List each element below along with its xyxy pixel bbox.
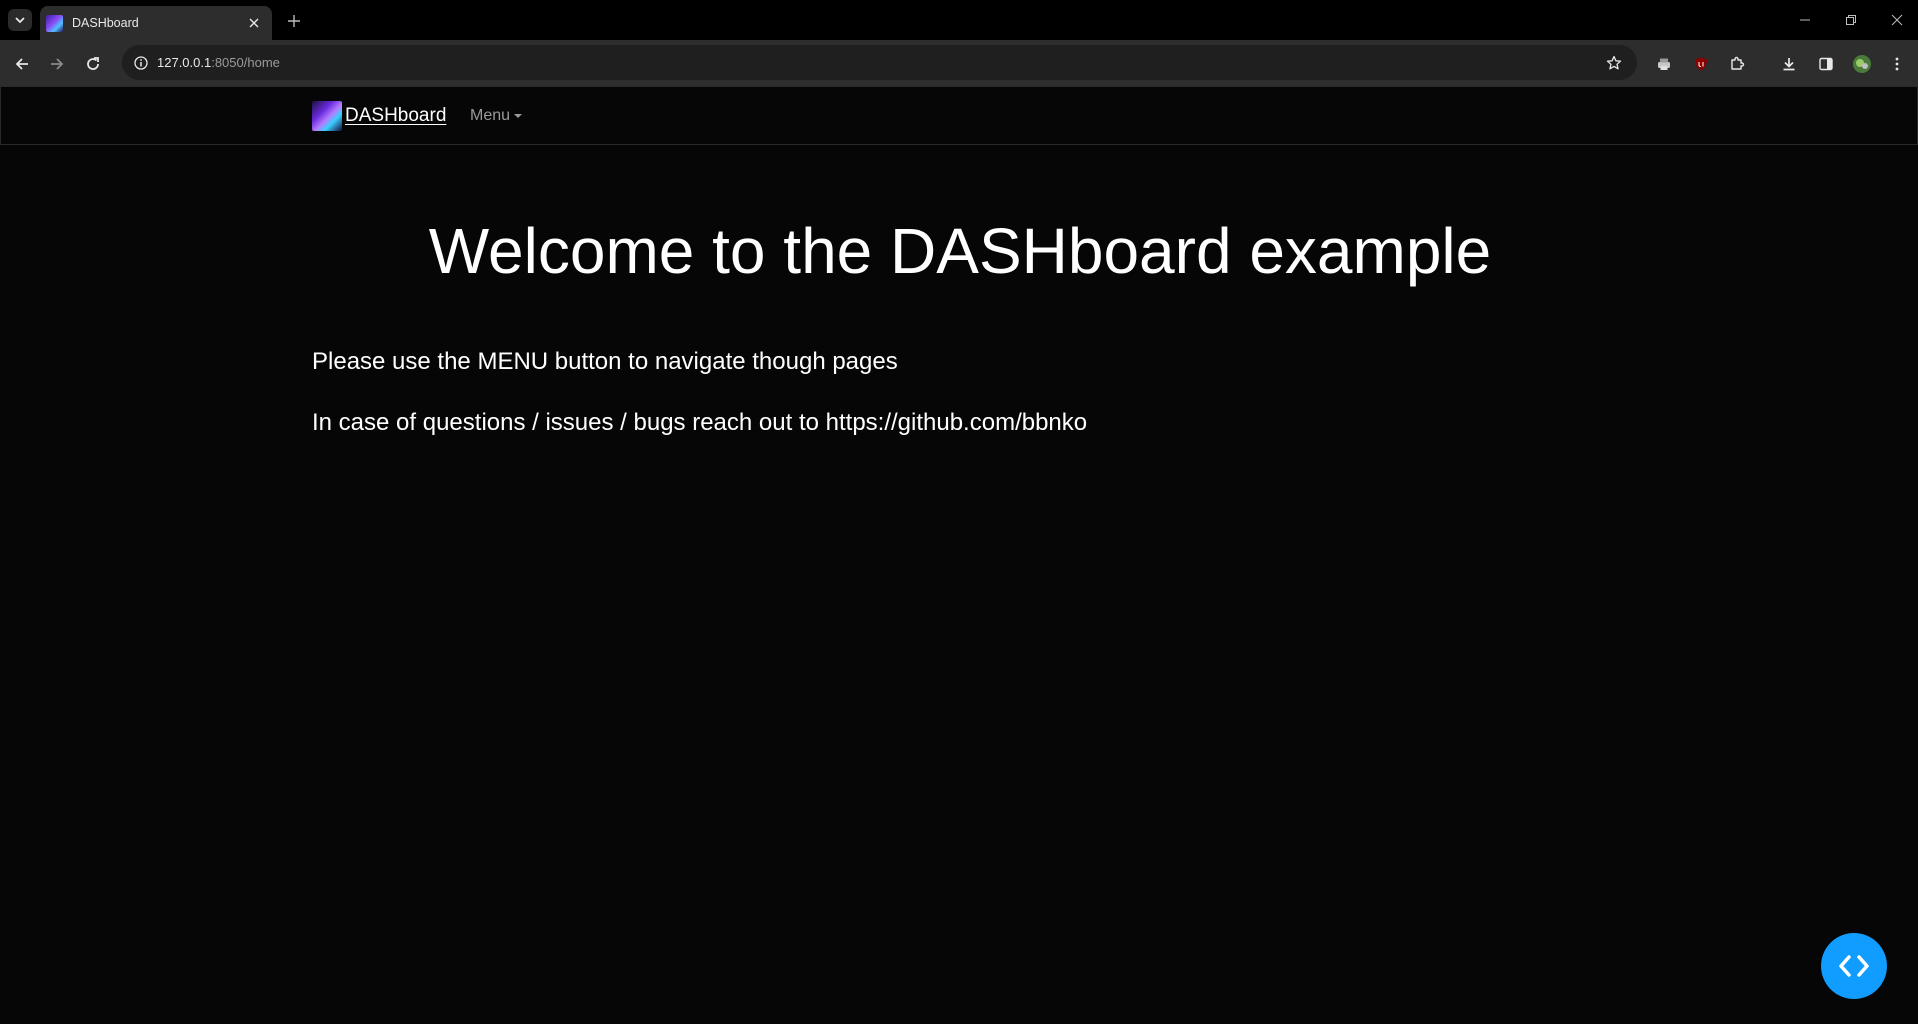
instructions-text: Please use the MENU button to navigate t… bbox=[312, 348, 898, 375]
back-button[interactable] bbox=[9, 51, 35, 77]
profile-button[interactable] bbox=[1849, 51, 1875, 77]
close-icon bbox=[249, 18, 259, 28]
chevron-down-icon bbox=[15, 17, 25, 24]
new-tab-button[interactable] bbox=[282, 9, 306, 33]
kebab-menu-icon bbox=[1895, 57, 1899, 71]
code-brackets-icon bbox=[1839, 955, 1869, 977]
star-icon bbox=[1606, 55, 1622, 70]
extension-printer-button[interactable] bbox=[1651, 51, 1677, 77]
close-window-button[interactable] bbox=[1885, 8, 1909, 32]
tab-title: DASHboard bbox=[72, 16, 139, 30]
extensions-button[interactable] bbox=[1724, 51, 1750, 77]
brand-text: DASHboard bbox=[345, 105, 447, 126]
dashboard-logo-icon bbox=[312, 101, 342, 131]
ublock-origin-button[interactable] bbox=[1688, 51, 1714, 77]
reload-button[interactable] bbox=[80, 51, 106, 77]
tab-favicon-icon bbox=[46, 14, 63, 32]
browser-tab-strip: DASHboard bbox=[0, 0, 1918, 40]
address-bar[interactable]: 127.0.0.1:8050/home bbox=[122, 45, 1637, 80]
printer-icon bbox=[1658, 58, 1670, 70]
browser-toolbar: 127.0.0.1:8050/home bbox=[0, 40, 1918, 111]
url-host: 127.0.0.1 bbox=[157, 55, 212, 70]
site-info-button[interactable] bbox=[130, 52, 152, 74]
avatar-icon bbox=[1853, 55, 1871, 73]
url-text[interactable]: 127.0.0.1:8050/home bbox=[157, 55, 280, 70]
plus-icon bbox=[288, 15, 300, 27]
minimize-button[interactable] bbox=[1793, 8, 1817, 32]
forward-button[interactable] bbox=[44, 51, 70, 77]
restore-icon bbox=[1846, 15, 1856, 25]
brand-link[interactable]: DASHboard bbox=[312, 101, 446, 131]
restore-button[interactable] bbox=[1839, 8, 1863, 32]
url-path: :8050/home bbox=[211, 55, 280, 70]
side-panel-button[interactable] bbox=[1813, 51, 1839, 77]
app-navbar: DASHboard Menu bbox=[0, 86, 1918, 145]
page-title: Welcome to the DASHboard example bbox=[428, 215, 1492, 287]
arrow-right-icon bbox=[51, 58, 64, 70]
tab-close-button[interactable] bbox=[244, 13, 264, 33]
bookmark-button[interactable] bbox=[1603, 52, 1625, 74]
browser-tab-active[interactable]: DASHboard bbox=[40, 6, 272, 40]
menu-label: Menu bbox=[470, 107, 511, 124]
info-icon bbox=[134, 56, 148, 70]
downloads-button[interactable] bbox=[1776, 51, 1802, 77]
ublock-shield-icon bbox=[1695, 57, 1707, 71]
browser-menu-button[interactable] bbox=[1884, 51, 1910, 77]
download-icon bbox=[1783, 58, 1795, 71]
arrow-left-icon bbox=[15, 58, 28, 70]
reload-icon bbox=[87, 57, 99, 70]
caret-down-icon bbox=[514, 114, 523, 118]
tab-search-button[interactable] bbox=[8, 9, 32, 31]
side-panel-icon bbox=[1819, 57, 1833, 71]
close-icon bbox=[1891, 14, 1903, 26]
minimize-icon bbox=[1800, 19, 1810, 21]
contact-text: In case of questions / issues / bugs rea… bbox=[312, 409, 1088, 436]
dash-debug-menu-button[interactable] bbox=[1821, 933, 1887, 999]
puzzle-icon bbox=[1731, 56, 1745, 70]
menu-dropdown-toggle[interactable]: Menu bbox=[470, 107, 523, 125]
